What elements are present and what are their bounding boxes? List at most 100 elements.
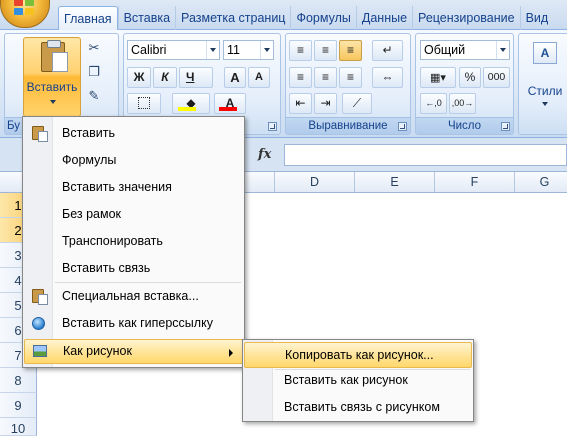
menu-item-paste-special[interactable]: Специальная вставка... [24, 284, 243, 309]
column-header-f[interactable]: F [435, 172, 515, 192]
chevron-down-icon[interactable] [496, 41, 509, 59]
menu-item-copy-as-picture[interactable]: Копировать как рисунок... [244, 342, 472, 368]
submenu-arrow-icon [229, 349, 233, 357]
menu-item-paste-as-picture[interactable]: Вставить как рисунок [244, 367, 472, 393]
column-header-e[interactable]: E [355, 172, 435, 192]
menu-item-paste-picture-link[interactable]: Вставить связь с рисунком [244, 394, 472, 420]
borders-button[interactable] [127, 93, 161, 114]
picture-submenu: Копировать как рисунок... Вставить как р… [242, 339, 474, 422]
insert-function-icon[interactable]: fx [258, 147, 271, 162]
tab-data[interactable]: Данные [355, 6, 412, 30]
menu-item-label: Копировать как рисунок... [285, 348, 434, 362]
paste-icon [30, 125, 48, 142]
font-name-value: Calibri [131, 43, 167, 57]
percent-button[interactable]: % [459, 67, 481, 88]
menu-item-label: Вставить как гиперссылку [62, 316, 213, 330]
alignment-dialog-launcher-icon[interactable] [398, 122, 407, 131]
currency-icon: ▦▾ [430, 72, 446, 84]
align-right-button[interactable]: ≡ [339, 67, 362, 88]
formula-input[interactable] [284, 144, 567, 166]
bold-button[interactable]: Ж [127, 67, 151, 88]
menu-item-label: Вставить как рисунок [284, 373, 408, 387]
tab-formulas[interactable]: Формулы [290, 6, 355, 30]
styles-button[interactable]: A Стили [523, 38, 567, 116]
menu-item-label: Вставить [62, 126, 115, 140]
menu-item-paste[interactable]: Вставить [24, 121, 243, 146]
row-header[interactable]: 8 [0, 368, 37, 393]
menu-item-label: Вставить связь с рисунком [284, 400, 440, 414]
menu-item-label: Вставить значения [62, 180, 172, 194]
increase-decimal-button[interactable]: ←,0 [420, 93, 447, 114]
menu-item-as-picture[interactable]: Как рисунок [24, 339, 243, 364]
underline-button[interactable]: Ч [179, 67, 213, 88]
number-format-combo[interactable]: Общий [420, 40, 510, 60]
styles-icon: A [533, 42, 557, 64]
menu-item-paste-as-hyperlink[interactable]: Вставить как гиперссылку [24, 311, 243, 336]
orientation-button[interactable]: ⟋ [342, 93, 372, 114]
number-dialog-launcher-icon[interactable] [501, 122, 510, 131]
font-color-button[interactable]: A [214, 93, 246, 114]
font-dialog-launcher-icon[interactable] [268, 122, 277, 131]
font-color-swatch [219, 107, 237, 111]
paste-button[interactable]: Вставить [23, 37, 81, 117]
fill-color-swatch [178, 107, 196, 111]
currency-button[interactable]: ▦▾ [420, 67, 456, 88]
tab-insert[interactable]: Вставка [117, 6, 175, 30]
align-center-button[interactable]: ≡ [314, 67, 337, 88]
column-header-d[interactable]: D [275, 172, 355, 192]
tab-home[interactable]: Главная [58, 6, 118, 31]
paste-special-icon [30, 288, 48, 305]
menu-item-label: Вставить связь [62, 261, 151, 275]
paste-sheet-icon [52, 52, 68, 72]
shrink-font-button[interactable]: A [248, 67, 270, 88]
tab-view[interactable]: Вид [519, 6, 554, 30]
number-group: Общий ▦▾ % 000 ←,0 ,00→ Число [415, 33, 514, 135]
align-middle-button[interactable]: ≡ [314, 40, 337, 61]
hyperlink-icon [30, 315, 47, 332]
office-button[interactable] [0, 0, 50, 28]
font-name-combo[interactable]: Calibri [127, 40, 220, 60]
align-bottom-button[interactable]: ≡ [339, 40, 362, 61]
align-top-button[interactable]: ≡ [289, 40, 312, 61]
fill-color-button[interactable]: ◆ [172, 93, 210, 114]
column-header-g[interactable]: G [515, 172, 567, 192]
italic-button[interactable]: К [153, 67, 177, 88]
tab-review[interactable]: Рецензирование [412, 6, 520, 30]
chevron-down-icon[interactable] [206, 41, 219, 59]
tab-page-layout[interactable]: Разметка страниц [175, 6, 290, 30]
increase-indent-button[interactable]: ⇥ [314, 93, 337, 114]
menu-item-label: Без рамок [62, 207, 122, 221]
picture-icon [31, 343, 48, 360]
row-header[interactable]: 10 [0, 418, 37, 436]
number-format-value: Общий [424, 43, 466, 57]
align-left-button[interactable]: ≡ [289, 67, 312, 88]
menu-separator [55, 282, 241, 283]
styles-group: A Стили [518, 33, 567, 135]
menu-item-label: Формулы [62, 153, 117, 167]
borders-icon [138, 97, 150, 109]
merge-button[interactable]: ⇔ [372, 67, 403, 88]
font-size-combo[interactable]: 11 [223, 40, 274, 60]
decrease-indent-button[interactable]: ⇤ [289, 93, 312, 114]
styles-label: Стили [527, 84, 563, 98]
menu-item-paste-values[interactable]: Вставить значения [24, 175, 243, 200]
title-tab-strip: Главная Вставка Разметка страниц Формулы… [0, 0, 567, 31]
format-painter-icon[interactable]: ✎ [85, 88, 103, 104]
decrease-decimal-button[interactable]: ,00→ [449, 93, 476, 114]
menu-item-formulas[interactable]: Формулы [24, 148, 243, 173]
menu-item-transpose[interactable]: Транспонировать [24, 229, 243, 254]
wrap-text-button[interactable]: ↵ [372, 40, 403, 61]
menu-item-no-borders[interactable]: Без рамок [24, 202, 243, 227]
thousands-separator-button[interactable]: 000 [483, 67, 510, 88]
paste-dropdown-menu: Вставить Формулы Вставить значения Без р… [22, 116, 245, 368]
cut-icon[interactable]: ✂ [85, 40, 103, 56]
menu-item-paste-link[interactable]: Вставить связь [24, 256, 243, 281]
copy-icon[interactable]: ❐ [85, 64, 103, 80]
paste-label: Вставить [26, 80, 78, 94]
font-size-value: 11 [227, 43, 240, 57]
grow-font-button[interactable]: A [224, 67, 246, 88]
row-header[interactable]: 9 [0, 393, 37, 418]
menu-item-label: Специальная вставка... [62, 289, 199, 303]
ribbon-tabs: Главная Вставка Разметка страниц Формулы… [58, 6, 554, 31]
chevron-down-icon[interactable] [260, 41, 273, 59]
